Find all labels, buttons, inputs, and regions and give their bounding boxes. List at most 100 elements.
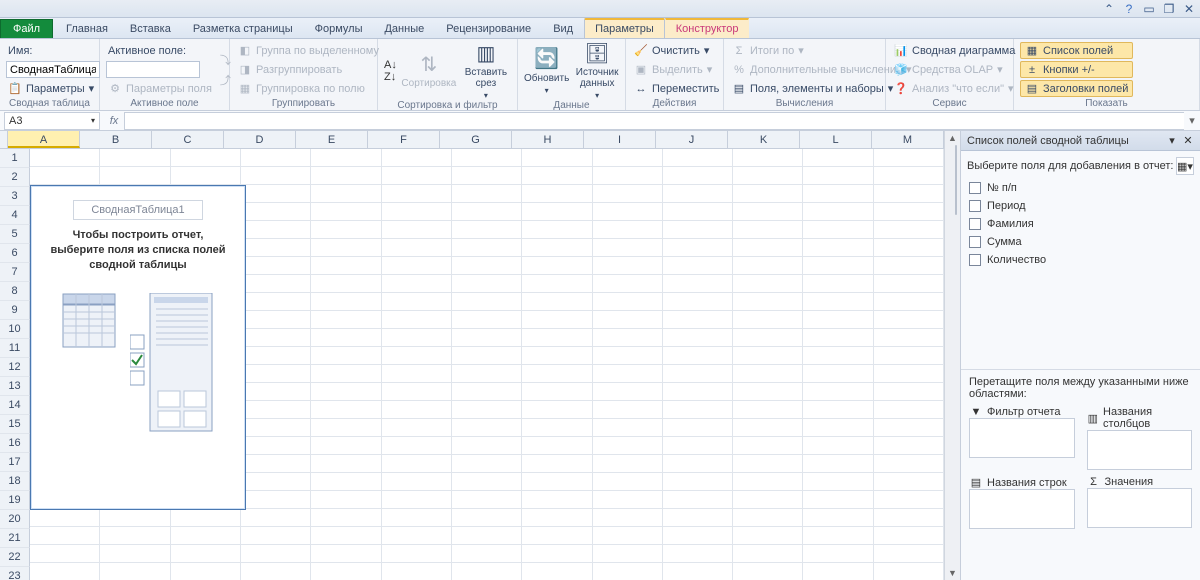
cell[interactable] — [733, 473, 803, 491]
cell[interactable] — [382, 257, 452, 275]
cell[interactable] — [733, 311, 803, 329]
cell[interactable] — [311, 311, 381, 329]
cell[interactable] — [874, 527, 944, 545]
cell[interactable] — [803, 275, 873, 293]
cell[interactable] — [593, 329, 663, 347]
cell[interactable] — [522, 473, 592, 491]
row-header[interactable]: 19 — [0, 491, 30, 510]
cell[interactable] — [30, 563, 100, 580]
cell[interactable] — [311, 365, 381, 383]
area-values-box[interactable] — [1087, 488, 1193, 528]
cell[interactable] — [241, 311, 311, 329]
cell[interactable] — [733, 203, 803, 221]
cell[interactable] — [593, 563, 663, 580]
field-item[interactable]: Период — [969, 197, 1192, 215]
cell[interactable] — [874, 221, 944, 239]
cell[interactable] — [874, 203, 944, 221]
cell[interactable] — [593, 545, 663, 563]
cell[interactable] — [874, 167, 944, 185]
cell[interactable] — [803, 545, 873, 563]
cell[interactable] — [452, 149, 522, 167]
cell[interactable] — [382, 185, 452, 203]
row-header[interactable]: 23 — [0, 567, 30, 580]
cell[interactable] — [803, 257, 873, 275]
cell[interactable] — [874, 563, 944, 580]
row-header[interactable]: 21 — [0, 529, 30, 548]
cell[interactable] — [593, 275, 663, 293]
cell[interactable] — [382, 365, 452, 383]
area-columns-box[interactable] — [1087, 430, 1193, 470]
field-list-toggle[interactable]: ▦Список полей — [1020, 42, 1133, 59]
cell[interactable] — [452, 293, 522, 311]
cell[interactable] — [663, 473, 733, 491]
cell[interactable] — [663, 455, 733, 473]
row-header[interactable]: 10 — [0, 320, 30, 339]
cell[interactable] — [593, 419, 663, 437]
source-button[interactable]: 🗄Источник данных▾ — [575, 41, 619, 100]
cell[interactable] — [874, 473, 944, 491]
column-header[interactable]: B — [80, 131, 152, 148]
cell[interactable] — [382, 437, 452, 455]
cell[interactable] — [663, 527, 733, 545]
cell[interactable] — [593, 293, 663, 311]
row-header[interactable]: 8 — [0, 282, 30, 301]
cell[interactable] — [874, 293, 944, 311]
cell[interactable] — [593, 455, 663, 473]
field-item[interactable]: Фамилия — [969, 215, 1192, 233]
cell[interactable] — [171, 149, 241, 167]
row-header[interactable]: 9 — [0, 301, 30, 320]
cell[interactable] — [241, 203, 311, 221]
cell[interactable] — [452, 563, 522, 580]
cell[interactable] — [593, 149, 663, 167]
cell[interactable] — [593, 239, 663, 257]
cell[interactable] — [874, 347, 944, 365]
cell[interactable] — [311, 293, 381, 311]
cell[interactable] — [593, 527, 663, 545]
cell[interactable] — [874, 185, 944, 203]
cell[interactable] — [452, 365, 522, 383]
vertical-scrollbar[interactable]: ▲ ▼ — [944, 131, 960, 580]
scroll-thumb[interactable] — [955, 145, 957, 215]
cell[interactable] — [733, 293, 803, 311]
field-item[interactable]: Сумма — [969, 233, 1192, 251]
cell[interactable] — [593, 473, 663, 491]
cell[interactable] — [663, 401, 733, 419]
cell[interactable] — [874, 329, 944, 347]
column-header[interactable]: L — [800, 131, 872, 148]
cell[interactable] — [522, 293, 592, 311]
cell[interactable] — [311, 221, 381, 239]
select-all-corner[interactable] — [0, 131, 8, 148]
column-header[interactable]: M — [872, 131, 944, 148]
cell[interactable] — [30, 527, 100, 545]
cell[interactable] — [593, 401, 663, 419]
cell[interactable] — [803, 329, 873, 347]
cell[interactable] — [171, 509, 241, 527]
field-item[interactable]: Количество — [969, 251, 1192, 269]
minimize-ribbon-icon[interactable]: ▭ — [1142, 2, 1156, 16]
cell[interactable] — [311, 329, 381, 347]
cell[interactable] — [593, 221, 663, 239]
refresh-button[interactable]: 🔄Обновить▾ — [524, 47, 569, 95]
row-header[interactable]: 7 — [0, 263, 30, 282]
cell[interactable] — [663, 149, 733, 167]
cell[interactable] — [311, 509, 381, 527]
tab-data[interactable]: Данные — [373, 19, 435, 38]
cell[interactable] — [874, 365, 944, 383]
cell[interactable] — [522, 401, 592, 419]
cell[interactable] — [311, 563, 381, 580]
cell[interactable] — [311, 473, 381, 491]
cell[interactable] — [593, 347, 663, 365]
cell[interactable] — [874, 239, 944, 257]
row-header[interactable]: 4 — [0, 206, 30, 225]
pane-close-icon[interactable]: ✕ — [1182, 134, 1194, 147]
cell[interactable] — [733, 563, 803, 580]
cell[interactable] — [522, 167, 592, 185]
cell[interactable] — [522, 203, 592, 221]
clear-button[interactable]: 🧹Очистить ▾ — [632, 42, 721, 59]
cell[interactable] — [522, 347, 592, 365]
cell[interactable] — [733, 365, 803, 383]
cell[interactable] — [382, 167, 452, 185]
cell[interactable] — [663, 221, 733, 239]
cell[interactable] — [522, 455, 592, 473]
cell[interactable] — [311, 545, 381, 563]
